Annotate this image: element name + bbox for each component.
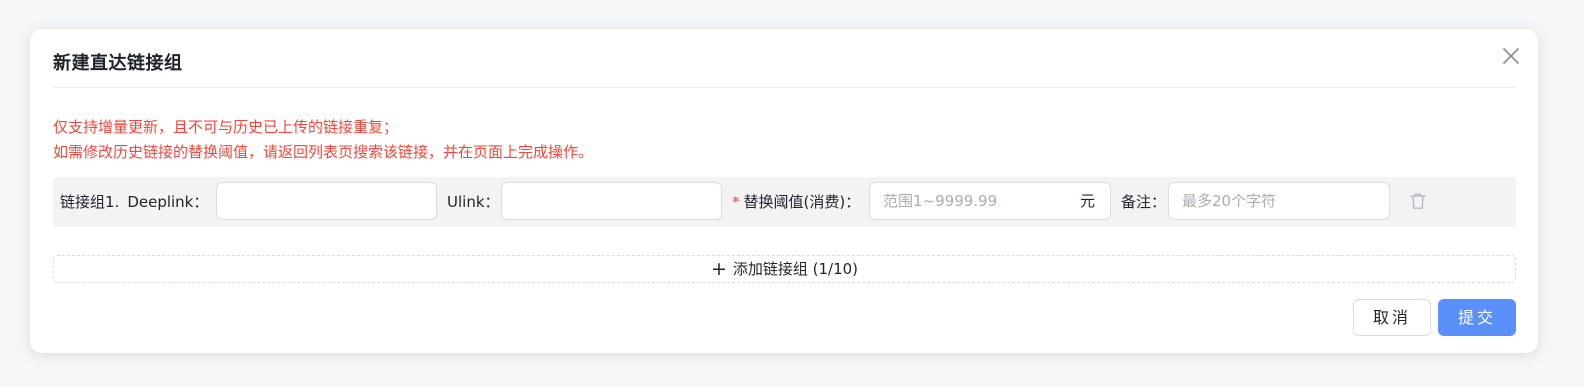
remark-label: 备注： [1121,193,1167,211]
ulink-label: Ulink： [447,193,500,211]
link-group-row: 链接组1.Deeplink： Ulink： *替换阈值(消费)： 元 备注： [53,177,1516,227]
dialog-title: 新建直达链接组 [53,53,183,74]
ulink-input[interactable] [501,182,722,220]
link-group-index-label: 链接组1. Deeplink： [60,193,209,211]
threshold-label: * 替换阈值(消费)： [732,193,861,211]
notice-line-1: 仅支持增量更新，且不可与历史已上传的链接重复； [53,118,399,136]
cancel-button[interactable]: 取消 [1353,299,1431,336]
trash-icon[interactable] [1408,191,1428,211]
required-mark: * [732,193,740,211]
submit-button[interactable]: 提交 [1438,299,1516,336]
add-link-group-button[interactable]: + 添加链接组 (1/10) [53,255,1516,283]
add-link-group-label: 添加链接组 (1/10) [732,260,859,278]
remark-input[interactable] [1168,182,1390,220]
deeplink-input[interactable] [216,182,437,220]
threshold-input[interactable] [869,182,1111,220]
plus-icon: + [710,258,727,280]
threshold-unit: 元 [1080,192,1096,210]
header-divider [53,87,1516,88]
create-link-group-dialog: 新建直达链接组 仅支持增量更新，且不可与历史已上传的链接重复； 如需修改历史链接… [30,29,1538,353]
notice-line-2: 如需修改历史链接的替换阈值，请返回列表页搜索该链接，并在页面上完成操作。 [53,143,594,161]
notice-text: 仅支持增量更新，且不可与历史已上传的链接重复； 如需修改历史链接的替换阈值，请返… [53,115,593,165]
close-icon[interactable] [1500,45,1522,67]
